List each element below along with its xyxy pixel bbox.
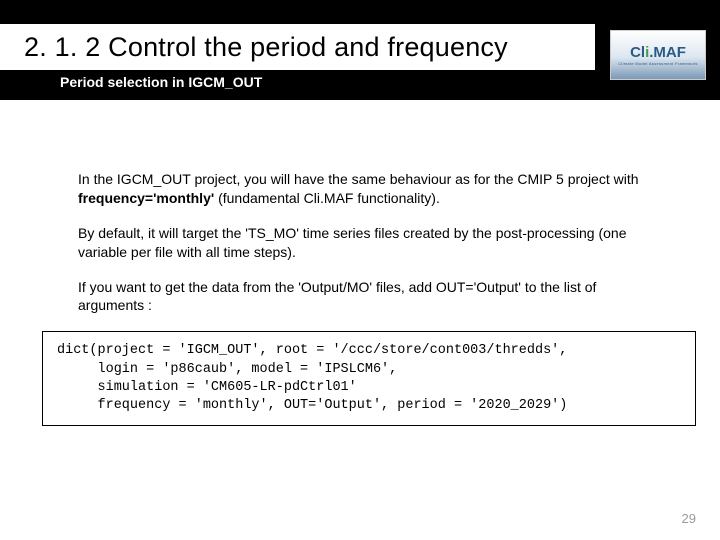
p1-part-a: In the IGCM_OUT project, you will have t… [78, 171, 639, 187]
logo-post: .MAF [649, 44, 686, 61]
paragraph-3: If you want to get the data from the 'Ou… [78, 278, 660, 316]
paragraph-1: In the IGCM_OUT project, you will have t… [78, 170, 660, 208]
slide-body: In the IGCM_OUT project, you will have t… [0, 100, 720, 426]
paragraph-2: By default, it will target the 'TS_MO' t… [78, 224, 660, 262]
logo-pre: Cl [630, 44, 645, 61]
slide-subtitle: Period selection in IGCM_OUT [60, 74, 262, 90]
logo-tagline: Climate Model Assessment Framework [618, 61, 698, 66]
logo-text: Cli.MAF [630, 44, 686, 61]
slide-title: 2. 1. 2 Control the period and frequency [24, 32, 508, 63]
p1-part-c: (fundamental Cli.MAF functionality). [214, 190, 440, 206]
climaf-logo: Cli.MAF Climate Model Assessment Framewo… [610, 30, 706, 80]
code-block: dict(project = 'IGCM_OUT', root = '/ccc/… [42, 331, 696, 426]
page-number: 29 [682, 511, 696, 526]
title-bar: 2. 1. 2 Control the period and frequency [0, 24, 595, 70]
p1-bold: frequency='monthly' [78, 190, 214, 206]
slide-header: 2. 1. 2 Control the period and frequency… [0, 0, 720, 100]
